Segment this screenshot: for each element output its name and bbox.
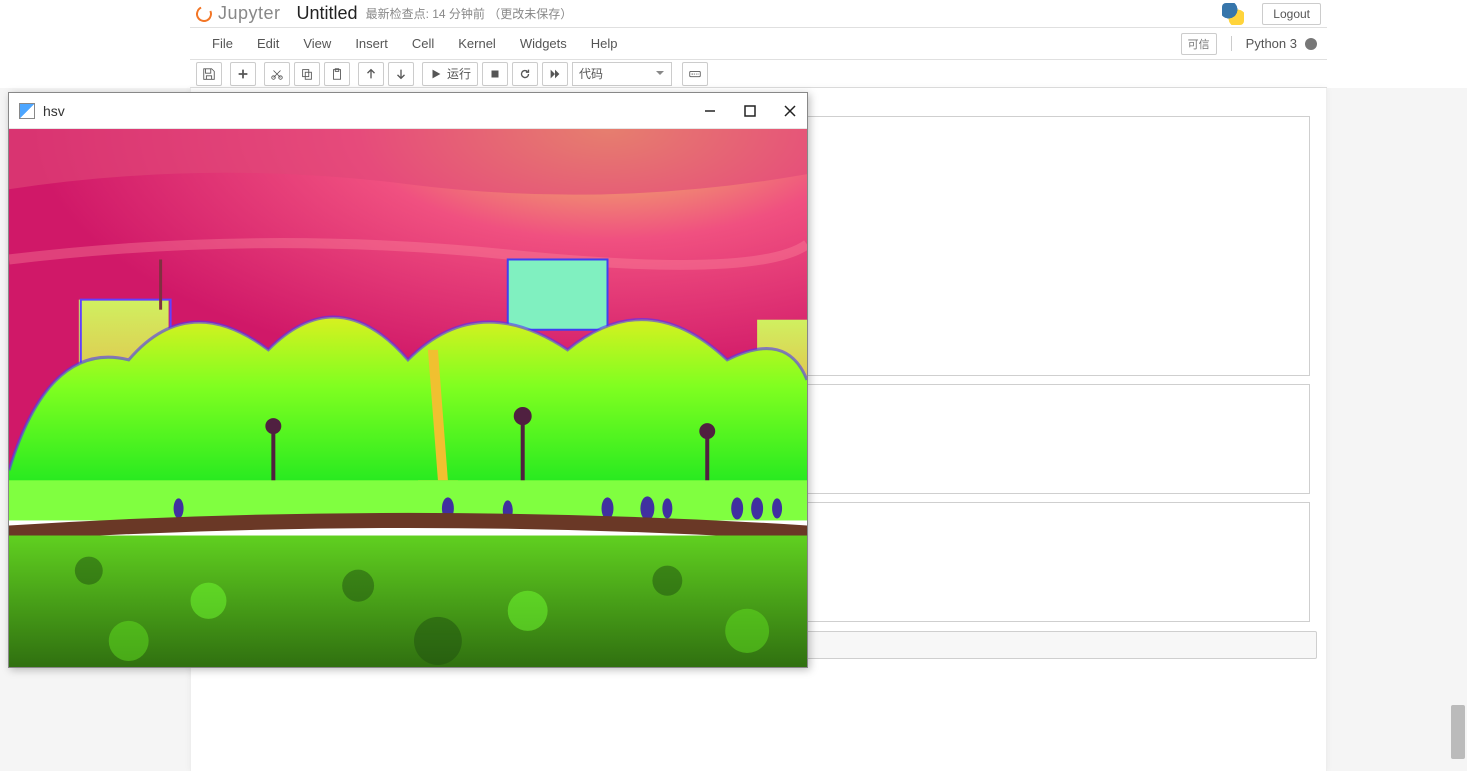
restart-button[interactable] xyxy=(512,62,538,86)
python-logo-icon xyxy=(1222,3,1244,25)
scrollbar-thumb[interactable] xyxy=(1451,705,1465,759)
document-title[interactable]: Untitled xyxy=(297,3,358,24)
logout-button[interactable]: Logout xyxy=(1262,3,1321,25)
paste-button[interactable] xyxy=(324,62,350,86)
cell-type-select[interactable]: 代码 xyxy=(572,62,672,86)
cell-type-select-wrap: 代码 xyxy=(572,62,672,86)
toolbar: 运行 代码 xyxy=(190,60,1327,88)
move-up-button[interactable] xyxy=(358,62,384,86)
app-name-label: Jupyter xyxy=(218,3,281,24)
menu-widgets[interactable]: Widgets xyxy=(508,36,579,51)
opencv-app-icon xyxy=(19,103,35,119)
menu-cell[interactable]: Cell xyxy=(400,36,446,51)
menu-insert[interactable]: Insert xyxy=(343,36,400,51)
opencv-window[interactable]: hsv xyxy=(8,92,808,668)
cut-button[interactable] xyxy=(264,62,290,86)
play-icon xyxy=(429,67,443,81)
command-palette-button[interactable] xyxy=(682,62,708,86)
run-label: 运行 xyxy=(447,65,471,82)
trusted-indicator[interactable]: 可信 xyxy=(1181,33,1217,55)
jupyter-logo-icon xyxy=(194,3,215,24)
window-close-button[interactable] xyxy=(783,104,797,118)
menu-kernel[interactable]: Kernel xyxy=(446,36,508,51)
notebook-header: Jupyter Untitled 最新检查点: 14 分钟前 （更改未保存） L… xyxy=(190,0,1327,88)
jupyter-logo[interactable]: Jupyter xyxy=(196,3,281,24)
opencv-window-title: hsv xyxy=(43,103,65,119)
window-maximize-button[interactable] xyxy=(743,104,757,118)
menu-view[interactable]: View xyxy=(291,36,343,51)
checkpoint-label: 最新检查点: 14 分钟前 （更改未保存） xyxy=(366,5,573,22)
interrupt-button[interactable] xyxy=(482,62,508,86)
menu-edit[interactable]: Edit xyxy=(245,36,291,51)
kernel-name-label: Python 3 xyxy=(1246,36,1297,51)
menu-file[interactable]: File xyxy=(200,36,245,51)
opencv-titlebar[interactable]: hsv xyxy=(9,93,807,129)
save-button[interactable] xyxy=(196,62,222,86)
kernel-indicator[interactable]: Python 3 xyxy=(1231,36,1317,51)
menu-help[interactable]: Help xyxy=(579,36,630,51)
header-top-row: Jupyter Untitled 最新检查点: 14 分钟前 （更改未保存） L… xyxy=(190,0,1327,28)
window-minimize-button[interactable] xyxy=(703,104,717,118)
insert-cell-below-button[interactable] xyxy=(230,62,256,86)
opencv-image-canvas xyxy=(9,129,807,667)
copy-button[interactable] xyxy=(294,62,320,86)
run-button[interactable]: 运行 xyxy=(422,62,478,86)
move-down-button[interactable] xyxy=(388,62,414,86)
kernel-status-icon xyxy=(1305,38,1317,50)
menubar: File Edit View Insert Cell Kernel Widget… xyxy=(190,28,1327,60)
restart-run-all-button[interactable] xyxy=(542,62,568,86)
